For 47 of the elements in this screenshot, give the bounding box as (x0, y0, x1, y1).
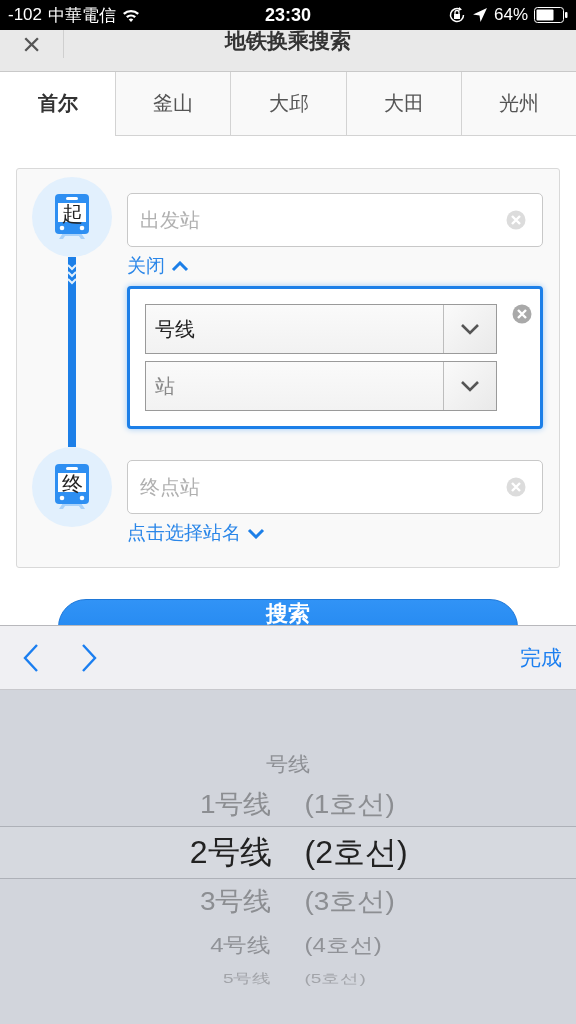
end-station-field[interactable]: 终点站 (127, 460, 543, 514)
page-title: 地铁换乘搜索 (225, 30, 351, 53)
chevron-down-icon (460, 380, 480, 392)
badge-label: 起 (60, 201, 84, 227)
previous-icon[interactable] (22, 642, 40, 673)
korean-line-name: (2호선) (304, 832, 409, 872)
clear-icon[interactable] (506, 210, 526, 230)
line-select[interactable]: 号线 (145, 304, 497, 354)
korean-line-name: (1호선) (304, 789, 396, 821)
toggle-link[interactable]: 点击选择站名 (127, 520, 241, 546)
wifi-icon (122, 8, 141, 22)
line-name: 4号线 (209, 932, 272, 959)
signal-strength: -102 (8, 5, 43, 25)
city-tab[interactable]: 大田 (345, 72, 461, 136)
line-name: 1号线 (198, 789, 272, 821)
picker-row[interactable]: 1号线 (1호선) (0, 784, 576, 826)
picker-row[interactable]: 2号线 (2호선) (0, 826, 576, 879)
line-name: 号线 (265, 752, 311, 778)
station-select[interactable]: 站 (145, 361, 497, 411)
badge-label: 终 (60, 471, 84, 497)
chevron-down-icon (460, 323, 480, 335)
toggle-link[interactable]: 关闭 (127, 253, 165, 279)
done-button[interactable]: 完成 (520, 643, 562, 672)
city-tab[interactable]: 光州 (460, 72, 576, 136)
battery-percentage: 64% (494, 5, 528, 25)
train-icon (32, 177, 112, 257)
picker-row[interactable]: 4号线 (4호선) (0, 925, 576, 965)
line-name: 3号线 (198, 886, 272, 918)
picker-row[interactable]: 3号线 (3호선) (0, 879, 576, 925)
search-button[interactable]: 搜索 (58, 599, 518, 625)
city-tab[interactable]: 大邱 (230, 72, 346, 136)
picker-row[interactable]: 号线 (0, 746, 576, 784)
line-name: 2号线 (188, 832, 272, 872)
location-arrow-icon (472, 7, 488, 23)
battery-icon (534, 7, 568, 23)
rotation-lock-icon (448, 6, 466, 24)
clear-icon[interactable] (506, 477, 526, 497)
korean-line-name: (3호선) (304, 886, 396, 918)
start-station-field[interactable]: 出发站 (127, 193, 543, 247)
carrier-name: 中華電信 (48, 4, 117, 27)
next-icon[interactable] (80, 642, 98, 673)
close-button[interactable]: × (0, 30, 64, 58)
city-tab[interactable]: 釜山 (115, 72, 231, 136)
clear-icon[interactable] (512, 304, 532, 324)
clock-time: 23:30 (265, 4, 312, 26)
train-icon (32, 447, 112, 527)
korean-line-name: (4호선) (304, 932, 383, 959)
